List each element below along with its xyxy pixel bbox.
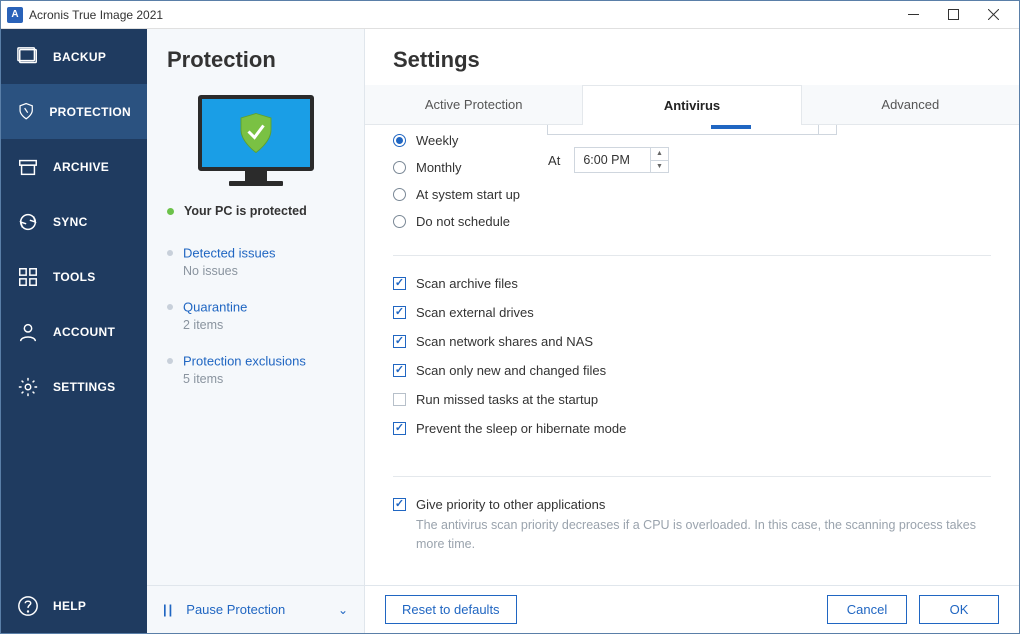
dropdown-fragment [547,125,837,135]
protection-panel: Protection You [147,29,365,633]
schedule-none-radio[interactable]: Do not schedule [393,214,520,229]
sidebar-item-label: HELP [53,599,86,613]
shield-icon [17,101,35,123]
detected-issues-link[interactable]: Detected issues No issues [147,234,364,288]
divider [393,476,991,477]
schedule-weekly-radio[interactable]: Weekly [393,133,520,148]
sidebar-item-label: SETTINGS [53,380,115,394]
protection-exclusions-sub: 5 items [183,372,344,386]
run-missed-checkbox[interactable]: Run missed tasks at the startup [393,392,991,407]
sidebar: BACKUP PROTECTION ARCHIVE SYNC TOOLS [1,29,147,633]
priority-checkbox[interactable]: Give priority to other applications [393,497,991,512]
sidebar-item-help[interactable]: HELP [1,578,147,633]
archive-icon [17,156,39,178]
ok-button[interactable]: OK [919,595,999,624]
scan-new-checkbox[interactable]: Scan only new and changed files [393,363,991,378]
priority-description: The antivirus scan priority decreases if… [416,516,991,554]
app-title: Acronis True Image 2021 [29,8,893,22]
prevent-sleep-checkbox[interactable]: Prevent the sleep or hibernate mode [393,421,991,436]
tab-antivirus[interactable]: Antivirus [582,85,801,125]
sidebar-item-label: BACKUP [53,50,106,64]
sync-icon [17,211,39,233]
account-icon [17,321,39,343]
tab-active-protection[interactable]: Active Protection [365,85,582,124]
sidebar-item-backup[interactable]: BACKUP [1,29,147,84]
settings-panel: Settings Active Protection Antivirus Adv… [365,29,1019,633]
status-dot [167,208,174,215]
scan-external-checkbox[interactable]: Scan external drives [393,305,991,320]
titlebar: A Acronis True Image 2021 [1,1,1019,29]
quarantine-sub: 2 items [183,318,344,332]
protection-title: Protection [147,29,364,81]
reset-defaults-button[interactable]: Reset to defaults [385,595,517,624]
sidebar-item-protection[interactable]: PROTECTION [1,84,147,139]
help-icon [17,595,39,617]
sidebar-item-label: PROTECTION [49,105,131,119]
tab-advanced[interactable]: Advanced [802,85,1019,124]
schedule-monthly-radio[interactable]: Monthly [393,160,520,175]
tools-icon [17,266,39,288]
sidebar-item-settings[interactable]: SETTINGS [1,359,147,414]
cancel-button[interactable]: Cancel [827,595,907,624]
close-button[interactable] [973,1,1013,29]
pause-icon: || [163,602,174,617]
protection-exclusions-link[interactable]: Protection exclusions 5 items [147,342,364,396]
sidebar-item-tools[interactable]: TOOLS [1,249,147,304]
chevron-down-icon[interactable]: ⌄ [338,603,348,617]
maximize-button[interactable] [933,1,973,29]
shield-check-icon [238,112,274,154]
detected-issues-sub: No issues [183,264,344,278]
sidebar-item-label: ACCOUNT [53,325,115,339]
schedule-startup-radio[interactable]: At system start up [393,187,520,202]
sidebar-item-label: SYNC [53,215,88,229]
pause-protection-button[interactable]: || Pause Protection [163,602,285,617]
monitor-illustration [147,81,364,196]
minimize-button[interactable] [893,1,933,29]
sidebar-item-archive[interactable]: ARCHIVE [1,139,147,194]
sidebar-item-account[interactable]: ACCOUNT [1,304,147,359]
time-up-button[interactable]: ▲ [651,148,668,161]
sidebar-item-sync[interactable]: SYNC [1,194,147,249]
time-input[interactable]: 6:00 PM ▲ ▼ [574,147,669,173]
at-label: At [548,153,560,168]
gear-icon [17,376,39,398]
app-icon: A [7,7,23,23]
sidebar-item-label: ARCHIVE [53,160,109,174]
scan-network-checkbox[interactable]: Scan network shares and NAS [393,334,991,349]
sidebar-item-label: TOOLS [53,270,96,284]
status-text: Your PC is protected [184,204,307,218]
time-down-button[interactable]: ▼ [651,161,668,173]
quarantine-link[interactable]: Quarantine 2 items [147,288,364,342]
divider [393,255,991,256]
settings-title: Settings [365,29,1019,79]
backup-icon [17,46,39,68]
scan-archive-checkbox[interactable]: Scan archive files [393,276,991,291]
